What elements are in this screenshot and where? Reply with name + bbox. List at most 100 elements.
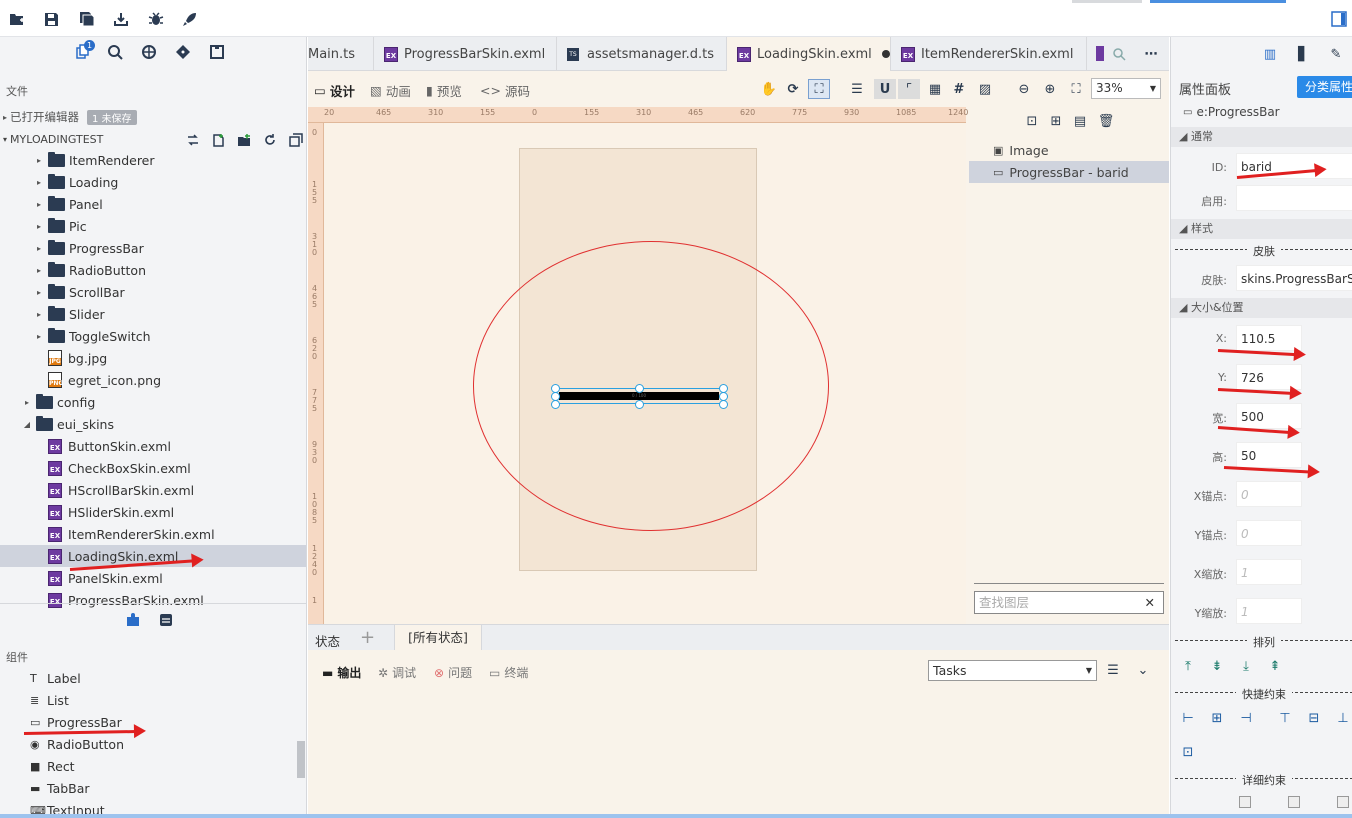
book-icon[interactable]: ▋ xyxy=(1294,45,1312,63)
clear-output-icon[interactable]: ☰ xyxy=(1104,661,1122,679)
more-icon[interactable]: ⋯ xyxy=(1142,45,1160,63)
tab-itemrendererskin[interactable]: EX ItemRendererSkin.exml xyxy=(891,37,1087,71)
resize-handle[interactable] xyxy=(551,400,560,409)
tab-assetsmanager[interactable]: TS assetsmanager.d.ts xyxy=(557,37,727,71)
align-hcenter-icon[interactable]: ⊞ xyxy=(1208,709,1226,727)
scale-y-field[interactable]: 1 xyxy=(1236,598,1302,624)
component-item[interactable]: ◉ RadioButton xyxy=(0,733,306,755)
design-mode-button[interactable]: ▭ 设计 xyxy=(314,81,355,100)
tree-item[interactable]: EX HSliderSkin.exml xyxy=(0,501,306,523)
tree-item[interactable]: PNG egret_icon.png xyxy=(0,369,306,391)
brush-icon[interactable]: ✎ xyxy=(1327,45,1345,63)
layers-stack-icon[interactable]: ☰ xyxy=(848,80,866,98)
constraint-checkbox[interactable] xyxy=(1239,796,1251,808)
tree-item[interactable]: EX ItemRendererSkin.exml xyxy=(0,523,306,545)
zoom-out-icon[interactable]: ⊖ xyxy=(1015,80,1033,98)
new-folder-icon[interactable] xyxy=(235,131,253,149)
send-backward-icon[interactable]: ⤓ xyxy=(1237,657,1255,675)
preview-mode-button[interactable]: ▮ 预览 xyxy=(426,81,462,100)
bring-front-icon[interactable]: ⤒ xyxy=(1179,657,1197,675)
tree-item[interactable]: ▸ ToggleSwitch xyxy=(0,325,306,347)
group-icon[interactable]: ⊡ xyxy=(1023,112,1041,130)
tree-item[interactable]: ▸ RadioButton xyxy=(0,259,306,281)
tree-item[interactable]: ▸ ProgressBar xyxy=(0,237,306,259)
component-library-icon[interactable] xyxy=(157,611,175,629)
collapse-panel-icon[interactable]: ⌄ xyxy=(1134,661,1152,679)
debug-tab[interactable]: ✲ 调试 xyxy=(378,664,416,681)
component-puzzle-icon[interactable] xyxy=(124,611,142,629)
fit-screen-icon[interactable]: ⛶ xyxy=(1067,80,1085,98)
find-icon[interactable] xyxy=(1110,45,1128,63)
tree-item[interactable]: EX ButtonSkin.exml xyxy=(0,435,306,457)
section-common[interactable]: ◢ 通常 xyxy=(1171,127,1352,147)
progressbar-element[interactable]: 0 / 100 xyxy=(559,392,719,400)
tree-item[interactable]: ▸ Slider xyxy=(0,303,306,325)
height-field[interactable]: 50 xyxy=(1236,442,1302,468)
animation-mode-button[interactable]: ▧ 动画 xyxy=(370,81,411,100)
extensions-icon[interactable] xyxy=(206,41,228,63)
refresh-design-icon[interactable]: ⟳ xyxy=(784,80,802,98)
state-tab-all[interactable]: [所有状态] xyxy=(394,624,482,651)
section-style[interactable]: ◢ 样式 xyxy=(1171,219,1352,239)
source-mode-button[interactable]: <> 源码 xyxy=(480,81,530,100)
terminal-tab[interactable]: ▭ 终端 xyxy=(489,664,528,681)
grid-icon[interactable]: ▦ xyxy=(926,80,944,98)
publish-icon[interactable] xyxy=(112,10,130,28)
panel-toggle-icon[interactable] xyxy=(1330,10,1348,28)
resize-handle[interactable] xyxy=(635,400,644,409)
bring-forward-icon[interactable]: ⇟ xyxy=(1208,657,1226,675)
align-left-icon[interactable]: ⊢ xyxy=(1179,709,1197,727)
problems-tab[interactable]: ⊗ 问题 xyxy=(434,664,472,681)
ruler-toggle-icon[interactable]: ⌜ xyxy=(898,79,920,99)
tree-item[interactable]: ▸ ScrollBar xyxy=(0,281,306,303)
component-item[interactable]: ▭ ProgressBar xyxy=(0,711,306,733)
tree-item[interactable]: ◢ eui_skins xyxy=(0,413,306,435)
tree-item[interactable]: ▸ Pic xyxy=(0,215,306,237)
scale-x-field[interactable]: 1 xyxy=(1236,559,1302,585)
tree-item[interactable]: ▸ ItemRenderer xyxy=(0,149,306,171)
new-file-icon[interactable] xyxy=(210,131,228,149)
guides-icon[interactable]: # xyxy=(950,80,968,98)
add-state-icon[interactable]: + xyxy=(360,627,375,648)
tree-item[interactable]: ▸ Loading xyxy=(0,171,306,193)
refresh-icon[interactable] xyxy=(261,131,279,149)
unsaved-dot-icon[interactable] xyxy=(881,50,890,58)
tree-item[interactable]: EX HScrollBarSkin.exml xyxy=(0,479,306,501)
explorer-tab-icon[interactable]: 1 xyxy=(72,40,95,63)
save-icon[interactable] xyxy=(42,10,60,28)
align-bottom-icon[interactable]: ⊥ xyxy=(1334,709,1352,727)
collapse-all-icon[interactable] xyxy=(184,131,202,149)
output-tab[interactable]: ▬ 输出 xyxy=(322,664,361,681)
enable-field[interactable] xyxy=(1236,185,1352,211)
component-item[interactable]: T Label xyxy=(0,667,306,689)
component-item[interactable]: ■ Rect xyxy=(0,755,306,777)
debug-bug-icon[interactable] xyxy=(147,10,165,28)
tree-item[interactable]: EX ProgressBarSkin.exml xyxy=(0,589,306,611)
tree-item[interactable]: ▸ Panel xyxy=(0,193,306,215)
delete-trash-icon[interactable]: 🗑 xyxy=(1097,112,1115,130)
skin-field[interactable]: skins.ProgressBarSkin xyxy=(1236,265,1352,291)
section-size-position[interactable]: ◢ 大小&位置 xyxy=(1171,298,1352,318)
properties-tab-icon[interactable]: ▥ xyxy=(1261,45,1279,63)
hand-icon[interactable]: ✋ xyxy=(760,80,778,98)
zoom-select[interactable]: 33% ▼ xyxy=(1091,78,1161,99)
resource-icon[interactable] xyxy=(138,41,160,63)
select-mode-icon[interactable]: ⛶ xyxy=(808,79,830,99)
align-right-icon[interactable]: ⊣ xyxy=(1237,709,1255,727)
zoom-in-icon[interactable]: ⊕ xyxy=(1041,80,1059,98)
search-icon[interactable] xyxy=(104,41,126,63)
open-editors-header[interactable]: ▸ 已打开编辑器 1 未保存 xyxy=(0,107,306,127)
category-props-button[interactable]: 分类属性 xyxy=(1297,76,1352,98)
layer-row-selected[interactable]: ▭ ProgressBar - barid xyxy=(969,161,1169,183)
component-scrollbar[interactable] xyxy=(297,741,305,778)
tab-progressbarskin[interactable]: EX ProgressBarSkin.exml xyxy=(374,37,557,71)
tab-main-ts[interactable]: Main.ts xyxy=(298,37,374,71)
fill-icon[interactable]: ⊡ xyxy=(1179,743,1197,761)
clear-icon[interactable]: ✕ xyxy=(1145,592,1155,613)
design-canvas[interactable]: 0 / 100 xyxy=(324,123,966,633)
anchor-x-field[interactable]: 0 xyxy=(1236,481,1302,507)
align-top-icon[interactable]: ⊤ xyxy=(1276,709,1294,727)
anchor-y-field[interactable]: 0 xyxy=(1236,520,1302,546)
tree-item[interactable]: EX CheckBoxSkin.exml xyxy=(0,457,306,479)
run-rocket-icon[interactable] xyxy=(181,10,199,28)
